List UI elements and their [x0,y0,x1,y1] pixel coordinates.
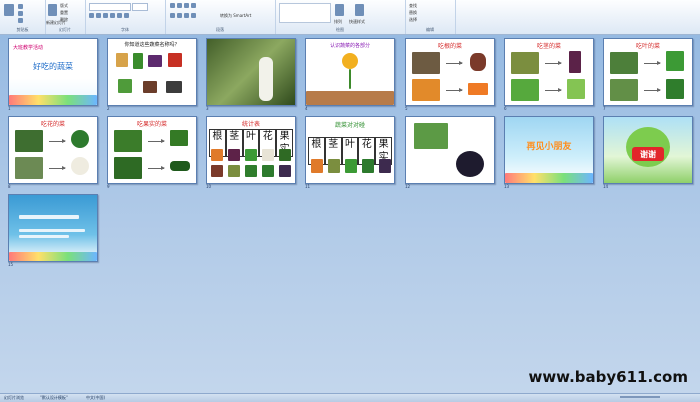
slide-thumbnail[interactable]: 吃花的菜 [8,116,98,184]
slide-number: 11 [305,184,311,189]
editing-group: 查找 替换 选择 编辑 [405,0,456,34]
align-center-icon[interactable] [177,13,182,18]
bold-icon[interactable] [89,13,94,18]
slide-number: 9 [107,184,110,189]
group-label-drawing: 绘图 [336,27,344,32]
slide-number: 2 [107,106,110,111]
bullets-icon[interactable] [170,3,175,8]
slide-thumbnail[interactable]: 吃根的菜 [405,38,495,106]
shapes-gallery[interactable] [279,3,331,23]
decrease-indent-icon[interactable] [184,3,189,8]
group-label-editing: 编辑 [426,27,434,32]
slide-thumbnail[interactable] [405,116,495,184]
align-left-icon[interactable] [170,13,175,18]
slide-thumbnail[interactable]: 大班教学活动 好吃的蔬菜 [8,38,98,106]
arrange-icon[interactable] [335,4,344,16]
align-right-icon[interactable] [184,13,189,18]
font-name-combo[interactable] [89,3,131,11]
group-label-font: 字体 [121,27,129,32]
font-group: 字体 [85,0,166,34]
group-label-clipboard: 剪贴板 [16,27,29,32]
replace-button[interactable]: 替换 [409,10,417,16]
slide-title: 你知道这些蔬菜名称吗？ [124,42,180,48]
slide-title: 好吃的蔬菜 [33,62,73,71]
slide-title: 再见小朋友 [526,142,572,152]
slide-title: 统计表 [241,121,260,128]
numbering-icon[interactable] [177,3,182,8]
group-label-slides: 幻灯片 [59,27,71,32]
slide-thumbnail[interactable]: 吃叶的菜 [603,38,693,106]
drawing-group: 排列 快速样式 绘图 [275,0,406,34]
slide-number: 15 [8,262,14,267]
slide-title: 吃花的菜 [40,121,65,128]
slide-thumbnail[interactable] [206,38,296,106]
slide-thumbnail[interactable]: 谢谢 [603,116,693,184]
slide-number: 6 [504,106,507,111]
slide-thumbnail[interactable] [8,194,98,262]
slide-sorter-view: 大班教学活动 好吃的蔬菜 1 你知道这些蔬菜名称吗？ 2 3 认识蔬菜的各部分 … [0,35,700,393]
zoom-slider[interactable] [620,396,660,398]
slide-number: 12 [405,184,411,189]
slide-thumbnail[interactable]: 蔬菜对对碰 根 茎 叶 花 果实 [305,116,395,184]
status-view: 幻灯片浏览 [4,395,24,400]
slide-number: 14 [603,184,609,189]
font-color-icon[interactable] [124,13,129,18]
slide-title: 认识蔬菜的各部分 [329,43,370,49]
strikethrough-icon[interactable] [110,13,115,18]
slide-thumbnail[interactable]: 吃茎的菜 [504,38,594,106]
justify-icon[interactable] [191,13,196,18]
slide-number: 10 [206,184,212,189]
layout-button[interactable]: 版式 [60,3,68,9]
slide-title: 吃果实的菜 [136,121,167,128]
clipboard-group: 剪贴板 [0,0,46,34]
new-slide-label[interactable]: 新建幻灯片 [46,20,66,26]
copy-icon[interactable] [18,11,23,16]
slide-number: 8 [8,184,11,189]
shadow-icon[interactable] [117,13,122,18]
slide-number: 13 [504,184,510,189]
slide-thumbnail[interactable]: 你知道这些蔬菜名称吗？ [107,38,197,106]
increase-indent-icon[interactable] [191,3,196,8]
slide-title: 吃根的菜 [437,43,462,50]
find-button[interactable]: 查找 [409,3,417,9]
cut-icon[interactable] [18,4,23,9]
slide-number: 1 [8,106,11,111]
select-button[interactable]: 选择 [409,17,417,23]
slide-number: 7 [603,106,606,111]
underline-icon[interactable] [103,13,108,18]
slide-number: 3 [206,106,209,111]
new-slide-icon[interactable] [48,4,57,16]
slide-thumbnail[interactable]: 统计表 根 茎 叶 花 果实 [206,116,296,184]
slides-group: 版式 重置 删除 新建幻灯片 幻灯片 [45,0,86,34]
slide-number: 4 [305,106,308,111]
reset-button[interactable]: 重置 [60,10,68,16]
ribbon: 剪贴板 版式 重置 删除 新建幻灯片 幻灯片 字体 转换为 SmartArt 段… [0,0,700,35]
arrange-button[interactable]: 排列 [334,19,342,25]
format-painter-icon[interactable] [18,18,23,23]
slide-number: 5 [405,106,408,111]
slide-thumbnail[interactable]: 再见小朋友 [504,116,594,184]
quick-styles-icon[interactable] [355,4,364,16]
smartart-button[interactable]: 转换为 SmartArt [220,13,251,19]
watermark: www.baby611.com [528,368,688,386]
italic-icon[interactable] [96,13,101,18]
slide-subtitle: 大班教学活动 [13,45,44,51]
slide-title: 吃叶的菜 [635,43,660,50]
paragraph-group: 转换为 SmartArt 段落 [165,0,276,34]
quick-styles-button[interactable]: 快速样式 [349,19,365,25]
slide-title: 蔬菜对对碰 [334,122,365,129]
status-language: 中文(中国) [86,395,106,400]
slide-thumbnail[interactable]: 吃果实的菜 [107,116,197,184]
group-label-paragraph: 段落 [216,27,224,32]
slide-title: 吃茎的菜 [536,43,561,50]
slide-title: 谢谢 [640,150,656,159]
font-size-combo[interactable] [132,3,148,11]
paste-icon[interactable] [4,4,14,16]
slide-thumbnail[interactable]: 认识蔬菜的各部分 [305,38,395,106]
status-theme: "默认设计模板" [40,395,68,400]
